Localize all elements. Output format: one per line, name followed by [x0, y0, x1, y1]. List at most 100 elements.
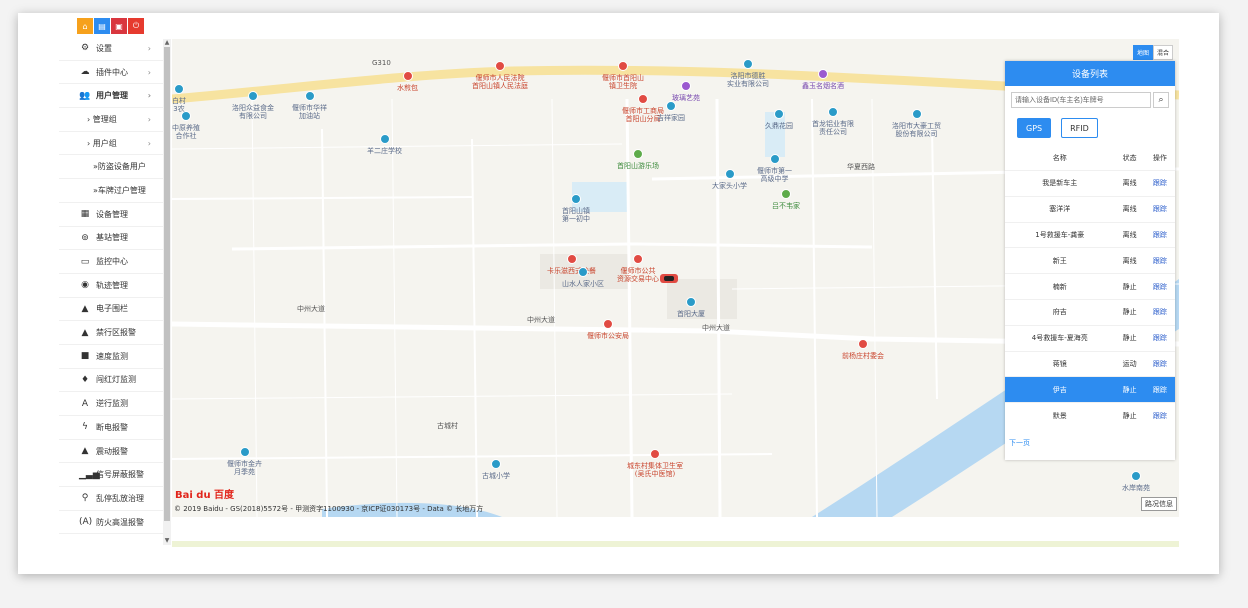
sidebar-item-10[interactable]: ◉ 轨迹管理 [59, 274, 163, 298]
map-poi[interactable]: 偃师市人民法院 首阳山镇人民法庭 [472, 61, 528, 90]
device-status: 运动 [1114, 350, 1145, 377]
map-poi[interactable]: 鑫玉名烟名酒 [802, 69, 844, 90]
table-row[interactable]: 伊吉 静止 跟踪 [1005, 376, 1175, 403]
sidebar-item-17[interactable]: ▲ 震动报警 [59, 440, 163, 464]
map-poi[interactable]: 前杨庄村委会 [842, 339, 884, 360]
rfid-button[interactable]: RFID [1061, 118, 1098, 138]
monitor-icon: ▭ [80, 256, 90, 267]
sidebar-item-label: › 用户组 [87, 138, 117, 148]
map-poi[interactable]: 偃师市首阳山 镇卫生院 [602, 61, 644, 90]
document-icon[interactable]: ▤ [94, 18, 110, 34]
sidebar-item-6[interactable]: »车牌过户管理 [59, 179, 163, 203]
lock-icon[interactable]: ▣ [111, 18, 127, 34]
map-poi[interactable]: 吕不韦家 [772, 189, 800, 210]
map-poi[interactable]: 古城小学 [482, 459, 510, 480]
power-icon[interactable]: ⏻ [128, 18, 144, 34]
track-link[interactable]: 跟踪 [1144, 170, 1175, 197]
track-link[interactable]: 跟踪 [1144, 247, 1175, 274]
track-link[interactable]: 跟踪 [1144, 376, 1175, 403]
next-page-link[interactable]: 下一页 [1009, 438, 1175, 448]
sidebar-item-2[interactable]: 👥 用户管理 › [59, 84, 163, 109]
track-link[interactable]: 跟踪 [1144, 402, 1175, 428]
sidebar-item-3[interactable]: › 管理组 › [59, 108, 163, 132]
map-poi-label: 洛阳市德胜 实业有限公司 [727, 72, 769, 88]
sidebar-item-20[interactable]: (A) 防火高温报警 [59, 511, 163, 535]
vehicle-marker[interactable] [660, 274, 678, 283]
scroll-down-icon[interactable]: ▼ [163, 537, 171, 545]
map-poi[interactable]: 首阳大厦 [677, 297, 705, 318]
map-poi[interactable]: 偃师市公共 资源交易中心 [617, 254, 659, 283]
sidebar-item-11[interactable]: ▲ 电子围栏 [59, 298, 163, 322]
map-pin-icon [571, 194, 581, 204]
gps-button[interactable]: GPS [1017, 118, 1052, 138]
sidebar-item-4[interactable]: › 用户组 › [59, 132, 163, 156]
table-row[interactable]: 楠新 静止 跟踪 [1005, 273, 1175, 300]
map-poi[interactable]: 玻璃艺苑 [672, 81, 700, 102]
table-row[interactable]: 4号救援车-夏海亮 静止 跟踪 [1005, 324, 1175, 352]
map-poi[interactable]: 首龙铝业有限 责任公司 [812, 107, 854, 136]
sidebar-item-9[interactable]: ▭ 监控中心 [59, 250, 163, 274]
sidebar-item-7[interactable]: ▦ 设备管理 [59, 203, 163, 227]
map-poi[interactable]: 大家头小学 [712, 169, 747, 190]
table-row[interactable]: 府吉 静止 跟踪 [1005, 298, 1175, 326]
sidebar-scrollbar[interactable]: ▲ ▼ [163, 39, 171, 545]
sidebar-item-label: 断电报警 [96, 422, 128, 432]
device-name: 楠新 [1005, 273, 1115, 300]
map-pin-icon [774, 109, 784, 119]
table-row[interactable]: 1号救援车-龚豪 离线 跟踪 [1005, 221, 1175, 248]
map-type-normal[interactable]: 地图 [1132, 45, 1153, 60]
map-poi[interactable]: 偃师市第一 高级中学 [757, 154, 792, 183]
scroll-thumb[interactable] [164, 47, 170, 521]
map-poi[interactable]: 洛阳市德胜 实业有限公司 [727, 59, 769, 88]
map-poi[interactable]: 偃师市华祥 加油站 [292, 91, 327, 120]
map-poi[interactable]: 久鼎花园 [765, 109, 793, 130]
table-row[interactable]: 我是新车主 离线 跟踪 [1005, 170, 1175, 197]
map-poi[interactable]: 水煎包 [397, 71, 418, 92]
map-poi[interactable]: 偃师市金卉 月季苑 [227, 447, 262, 476]
sidebar-item-8[interactable]: ⊚ 基站管理 [59, 227, 163, 251]
table-row[interactable]: 蒋镜 运动 跟踪 [1005, 350, 1175, 377]
sidebar-item-12[interactable]: ▲ 禁行区报警 [59, 321, 163, 345]
track-link[interactable]: 跟踪 [1144, 273, 1175, 300]
map-poi[interactable]: 中原养殖 合作社 [172, 111, 200, 140]
sidebar-item-5[interactable]: »防盗设备用户 [59, 155, 163, 180]
map-type-hybrid[interactable]: 混合 [1152, 45, 1173, 60]
sidebar-item-19[interactable]: ⚲ 乱停乱放治理 [59, 487, 163, 511]
sidebar-item-14[interactable]: ♦ 闯红灯监测 [59, 369, 163, 393]
map-poi[interactable]: 山水人家小区 [562, 267, 604, 288]
map-poi[interactable]: 洛阳市大豪工贸 股份有限公司 [892, 109, 941, 138]
app-window: ⌂ ▤ ▣ ⏻ ⚙ 设置 › ☁ 插件中心 › 👥 用户管理 › › 管理组 › › 用户组 › »防盗设… [18, 13, 1219, 574]
table-row[interactable]: 塞洋洋 离线 跟踪 [1005, 195, 1175, 223]
map-poi[interactable]: 羊二庄学校 [367, 134, 402, 155]
map-poi-label: 久鼎花园 [765, 122, 793, 130]
track-link[interactable]: 跟踪 [1144, 298, 1175, 326]
map-poi[interactable]: 洛阳众益食金 有限公司 [232, 91, 274, 120]
table-row[interactable]: 新王 离线 跟踪 [1005, 247, 1175, 274]
track-link[interactable]: 跟踪 [1144, 324, 1175, 352]
map-poi[interactable]: 首阳山镇 第一初中 [562, 194, 590, 223]
traffic-button[interactable]: 路况信息 [1141, 497, 1177, 511]
table-row[interactable]: 默景 静止 跟踪 [1005, 402, 1175, 428]
map-poi[interactable]: 吉祥家园 [657, 101, 685, 122]
home-icon[interactable]: ⌂ [77, 18, 93, 34]
sidebar-item-0[interactable]: ⚙ 设置 › [59, 37, 163, 61]
map-poi[interactable]: 水岸南苑 [1122, 471, 1150, 492]
map-poi[interactable]: 城东村集体卫生室 (吴氏中医馆) [627, 449, 683, 478]
scroll-up-icon[interactable]: ▲ [163, 39, 171, 47]
track-link[interactable]: 跟踪 [1144, 221, 1175, 248]
sidebar-item-18[interactable]: ▁▃▅ 信号屏蔽报警 [59, 463, 163, 488]
sidebar-item-13[interactable]: ■ 速度监测 [59, 345, 163, 369]
road-label: 华夏西路 [847, 163, 875, 171]
col-name: 名称 [1052, 154, 1067, 162]
top-toolbar: ⌂ ▤ ▣ ⏻ [77, 15, 144, 35]
track-link[interactable]: 跟踪 [1144, 350, 1175, 377]
map-poi[interactable]: 首阳山游乐场 [617, 149, 659, 170]
device-search-input[interactable] [1011, 92, 1151, 108]
map-poi[interactable]: 偃师市公安局 [587, 319, 629, 340]
sidebar-item-1[interactable]: ☁ 插件中心 › [59, 61, 163, 85]
map-poi[interactable]: 白村 3农 [172, 84, 186, 113]
sidebar-item-16[interactable]: ϟ 断电报警 [59, 416, 163, 440]
track-link[interactable]: 跟踪 [1144, 195, 1175, 223]
sidebar-item-15[interactable]: A 逆行监测 [59, 392, 163, 416]
search-icon[interactable]: ⌕ [1153, 92, 1169, 108]
